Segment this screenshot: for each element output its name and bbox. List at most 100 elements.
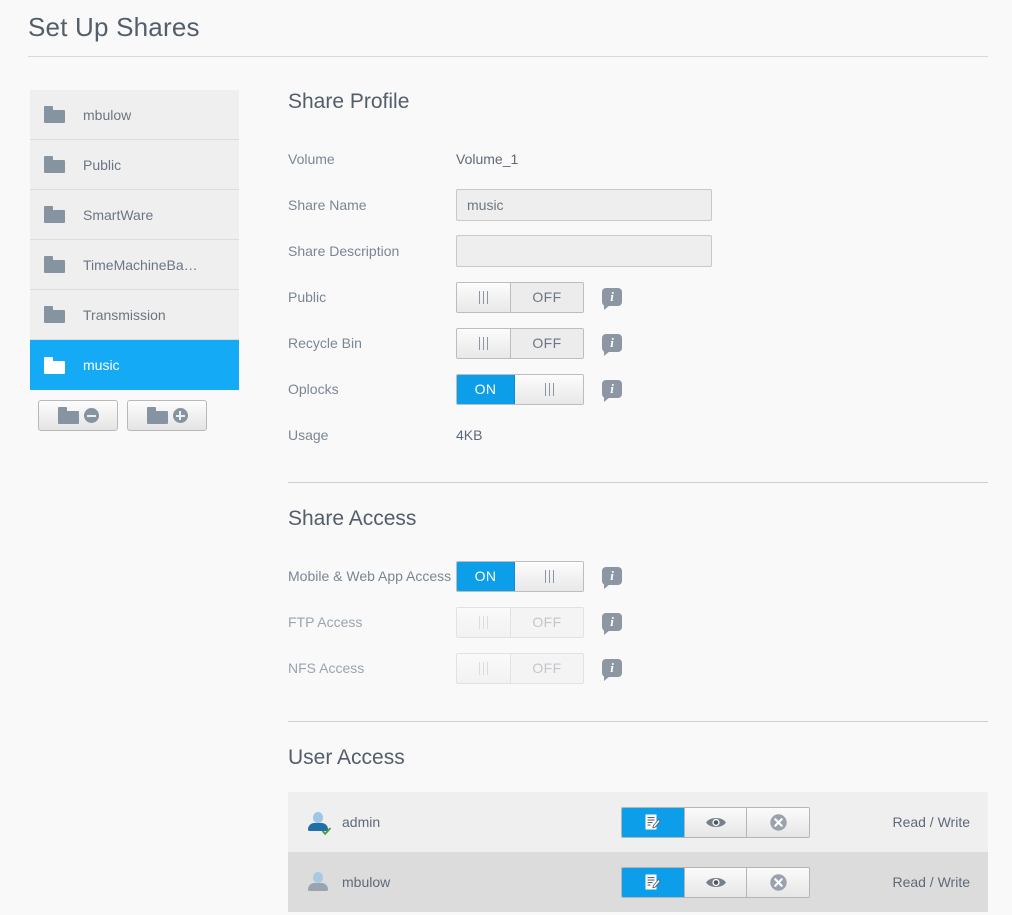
- user-access-row: mbulow Read / Write: [288, 852, 988, 912]
- share-list: mbulow Public SmartWare TimeMachineBa… Trans…: [30, 90, 239, 390]
- user-name: admin: [342, 814, 381, 830]
- user-permission-control[interactable]: [621, 866, 810, 898]
- plus-circle-icon: [172, 408, 188, 423]
- user-access-rows: admin Read / Write mbulow Read / Write: [288, 792, 988, 912]
- usage-value: 4KB: [456, 427, 483, 443]
- share-list-item-label: Public: [83, 156, 122, 173]
- permission-deny-button[interactable]: [747, 867, 809, 897]
- user-avatar-icon: [308, 811, 331, 835]
- permission-write-button[interactable]: [622, 807, 685, 837]
- public-label: Public: [288, 289, 327, 305]
- public-toggle[interactable]: OFF: [456, 281, 584, 313]
- section-divider: [288, 482, 988, 483]
- share-profile-heading: Share Profile: [288, 90, 410, 113]
- info-icon[interactable]: i: [602, 334, 622, 356]
- public-row: Public OFF i: [288, 274, 988, 320]
- nfs-access-label: NFS Access: [288, 660, 365, 676]
- info-icon[interactable]: i: [602, 613, 622, 635]
- share-list-item-mbulow[interactable]: mbulow: [30, 90, 239, 140]
- oplocks-toggle[interactable]: ON: [456, 373, 584, 405]
- add-share-button[interactable]: [127, 400, 207, 431]
- usage-label: Usage: [288, 427, 329, 443]
- info-glyph: i: [610, 614, 614, 629]
- toggle-state-label: OFF: [511, 607, 583, 637]
- title-divider: [28, 56, 988, 57]
- folder-icon: [44, 156, 65, 173]
- toggle-handle: [457, 653, 511, 683]
- share-list-item-label: Transmission: [83, 306, 166, 323]
- permission-deny-button[interactable]: [747, 807, 809, 837]
- eye-icon: [705, 877, 726, 887]
- folder-icon: [44, 106, 65, 123]
- recycle-bin-row: Recycle Bin OFF i: [288, 320, 988, 366]
- info-icon[interactable]: i: [602, 567, 622, 589]
- share-list-item-label: mbulow: [83, 106, 132, 123]
- mobile-web-app-access-toggle[interactable]: ON: [456, 560, 584, 592]
- share-list-actions: [38, 400, 207, 431]
- info-icon[interactable]: i: [602, 659, 622, 681]
- volume-row: Volume Volume_1: [288, 136, 988, 182]
- info-glyph: i: [610, 289, 614, 304]
- share-description-label: Share Description: [288, 243, 400, 259]
- oplocks-row: Oplocks ON i: [288, 366, 988, 412]
- deny-icon: [769, 873, 787, 891]
- share-list-item-timemachineba[interactable]: TimeMachineBa…: [30, 240, 239, 290]
- permission-read-button[interactable]: [684, 807, 748, 837]
- share-list-item-label: TimeMachineBa…: [83, 256, 198, 273]
- folder-icon: [44, 256, 65, 273]
- ftp-access-label: FTP Access: [288, 614, 363, 630]
- share-list-item-label: music: [83, 357, 120, 373]
- remove-share-button[interactable]: [38, 400, 118, 431]
- toggle-handle: [515, 561, 583, 591]
- nfs-access-toggle: OFF: [456, 652, 584, 684]
- folder-icon: [44, 306, 65, 323]
- share-list-item-label: SmartWare: [83, 206, 154, 223]
- section-divider: [288, 721, 988, 722]
- write-icon: [645, 814, 662, 829]
- share-list-item-public[interactable]: Public: [30, 140, 239, 190]
- mobile-web-app-access-label: Mobile & Web App Access: [288, 568, 452, 584]
- folder-icon: [146, 407, 168, 424]
- grip-icon: [479, 336, 488, 350]
- share-description-input[interactable]: [456, 235, 712, 267]
- toggle-handle: [515, 374, 583, 404]
- folder-icon: [57, 407, 79, 424]
- info-glyph: i: [610, 381, 614, 396]
- user-access-row: admin Read / Write: [288, 792, 988, 852]
- folder-icon: [44, 206, 65, 223]
- toggle-state-label: ON: [457, 561, 515, 591]
- oplocks-label: Oplocks: [288, 381, 339, 397]
- info-icon[interactable]: i: [602, 288, 622, 310]
- toggle-handle: [457, 607, 511, 637]
- share-name-input[interactable]: [456, 189, 712, 221]
- minus-circle-icon: [83, 408, 99, 423]
- folder-icon: [44, 356, 65, 374]
- verified-check-icon: [322, 827, 331, 835]
- permission-write-button[interactable]: [622, 867, 685, 897]
- share-list-item-smartware[interactable]: SmartWare: [30, 190, 239, 240]
- grip-icon: [479, 661, 488, 675]
- share-access-heading: Share Access: [288, 507, 417, 530]
- user-access-heading: User Access: [288, 746, 405, 769]
- deny-icon: [769, 813, 787, 831]
- share-access-rows: Mobile & Web App Access ON i FTP Access OFF i…: [288, 553, 988, 691]
- info-glyph: i: [610, 568, 614, 583]
- permission-read-button[interactable]: [684, 867, 748, 897]
- main-panel: Share Profile Volume Volume_1 Share Name…: [288, 90, 988, 912]
- user-permission-control[interactable]: [621, 806, 810, 838]
- share-list-item-music[interactable]: music: [30, 340, 239, 390]
- grip-icon: [479, 615, 488, 629]
- ftp-access-row: FTP Access OFF i: [288, 599, 988, 645]
- info-icon[interactable]: i: [602, 380, 622, 402]
- ftp-access-toggle: OFF: [456, 606, 584, 638]
- user-name: mbulow: [342, 874, 391, 890]
- share-list-item-transmission[interactable]: Transmission: [30, 290, 239, 340]
- user-permission-label: Read / Write: [892, 814, 970, 830]
- page-title: Set Up Shares: [28, 12, 200, 42]
- user-avatar-icon: [308, 871, 328, 893]
- info-glyph: i: [610, 335, 614, 350]
- grip-icon: [544, 569, 554, 583]
- toggle-state-label: OFF: [511, 653, 583, 683]
- nfs-access-row: NFS Access OFF i: [288, 645, 988, 691]
- recycle-bin-toggle[interactable]: OFF: [456, 327, 584, 359]
